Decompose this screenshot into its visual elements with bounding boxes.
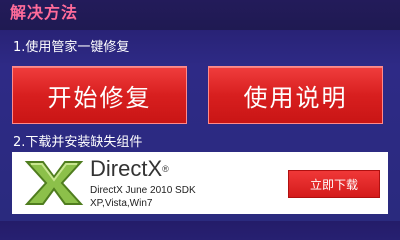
window-title: 解决方法 bbox=[10, 3, 79, 22]
directx-version: DirectX June 2010 SDK bbox=[90, 185, 196, 196]
title-bar: 解决方法 bbox=[0, 0, 400, 30]
trademark-symbol: ® bbox=[162, 164, 169, 174]
step2-label: 2.下载并安装缺失组件 bbox=[13, 135, 143, 150]
directx-os-support: XP,Vista,Win7 bbox=[90, 198, 153, 209]
step1-label: 1.使用管家一键修复 bbox=[13, 40, 130, 55]
directx-x-icon bbox=[21, 158, 87, 208]
directx-name: DirectX® bbox=[90, 156, 169, 182]
user-manual-button[interactable]: 使用说明 bbox=[208, 66, 383, 124]
start-repair-button[interactable]: 开始修复 bbox=[12, 66, 187, 124]
directx-name-text: DirectX bbox=[90, 156, 163, 181]
download-now-button[interactable]: 立即下载 bbox=[288, 170, 380, 198]
